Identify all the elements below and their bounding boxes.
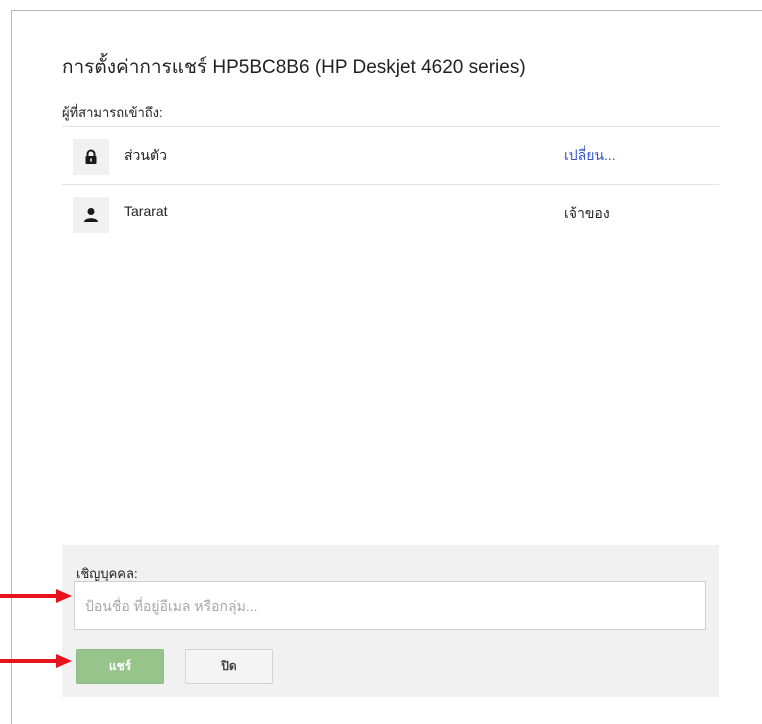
access-name-owner: Tararat (124, 203, 168, 219)
person-icon (73, 197, 109, 233)
invite-input[interactable] (74, 581, 706, 630)
access-name-private: ส่วนตัว (124, 147, 167, 163)
annotation-arrow-icon (0, 654, 72, 668)
owner-role-label: เจ้าของ (564, 205, 610, 221)
invite-panel: เชิญบุคคล: แชร์ ปิด (62, 545, 719, 697)
access-row-private: ส่วนตัว เปลี่ยน... (62, 127, 719, 185)
share-button[interactable]: แชร์ (76, 649, 164, 684)
lock-icon (73, 139, 109, 175)
dialog-title: การตั้งค่าการแชร์ HP5BC8B6 (HP Deskjet 4… (62, 57, 526, 78)
close-button[interactable]: ปิด (185, 649, 273, 684)
change-access-link[interactable]: เปลี่ยน... (564, 145, 616, 167)
access-row-owner: Tararat เจ้าของ (62, 185, 719, 243)
access-label: ผู้ที่สามารถเข้าถึง: (62, 105, 163, 120)
dialog-top-border (11, 10, 762, 11)
dialog-left-border (11, 10, 12, 724)
annotation-arrow-icon (0, 589, 72, 603)
